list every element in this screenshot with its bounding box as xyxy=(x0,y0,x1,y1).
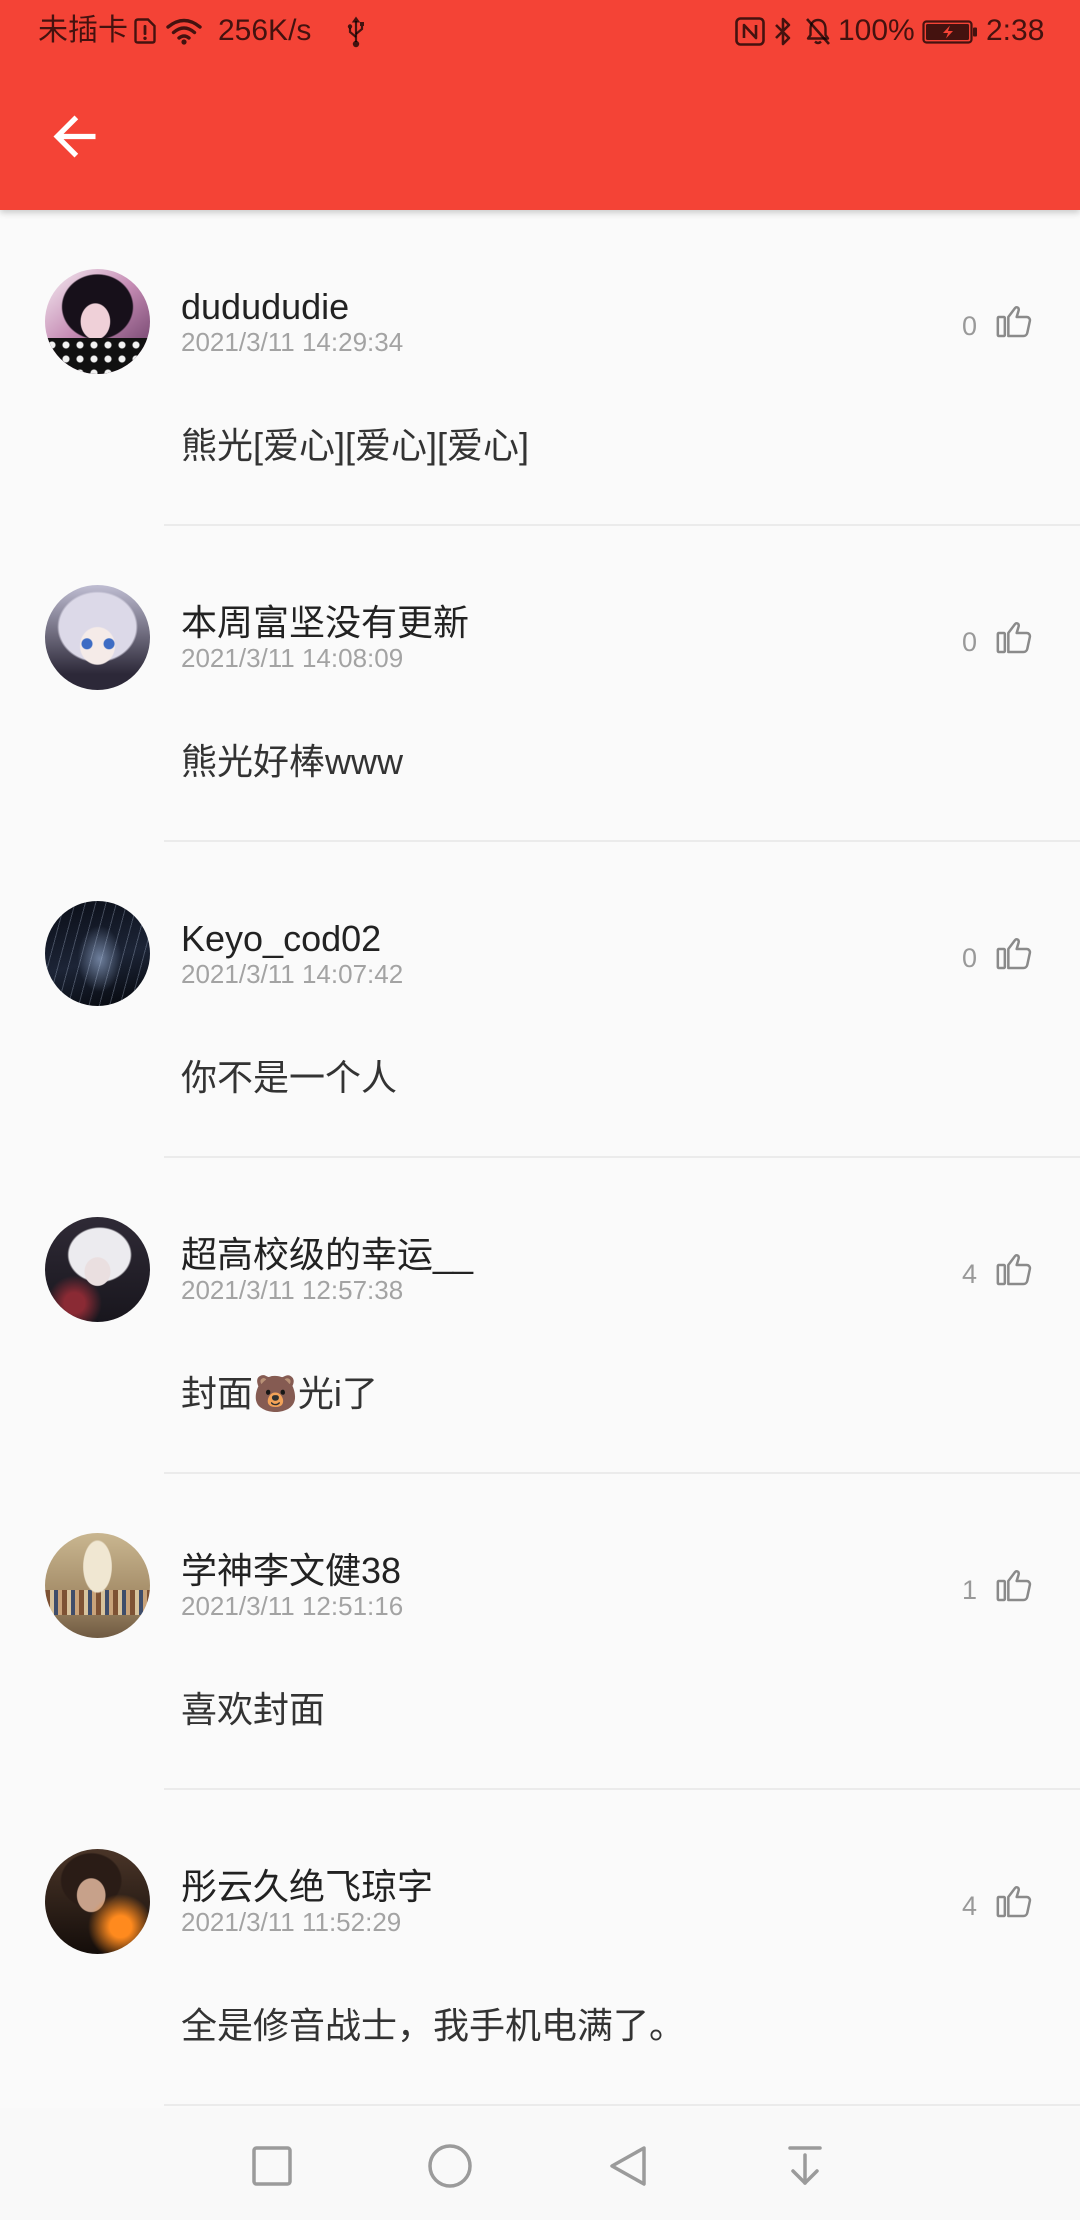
comment-list: dudududie 2021/3/11 14:29:34 0 熊光[爱心][爱心… xyxy=(0,210,1080,2108)
comment-item: 本周富坚没有更新 2021/3/11 14:08:09 0 熊光好棒www xyxy=(0,526,1080,842)
network-speed-text: 256K/s xyxy=(218,14,312,47)
comment-item: 学神李文健38 2021/3/11 12:51:16 1 喜欢封面 xyxy=(0,1474,1080,1790)
avatar[interactable] xyxy=(45,1533,150,1638)
thumb-up-icon[interactable] xyxy=(994,1249,1034,1289)
like-button[interactable]: 0 xyxy=(962,617,1034,657)
home-icon[interactable] xyxy=(427,2143,473,2189)
divider xyxy=(164,2104,1080,2106)
thumb-up-icon[interactable] xyxy=(994,933,1034,973)
avatar[interactable] xyxy=(45,1849,150,1954)
comment-item: 彤云久绝飞琼字 2021/3/11 11:52:29 4 全是修音战士，我手机电… xyxy=(0,1790,1080,2106)
carrier-text: 未插卡 xyxy=(38,14,128,47)
like-button[interactable]: 0 xyxy=(962,933,1034,973)
app-header: 未插卡 256K/s 100% 2:38 xyxy=(0,0,1080,210)
clock-text: 2:38 xyxy=(986,14,1045,47)
comment-text: 熊光[爱心][爱心][爱心] xyxy=(181,425,530,466)
username[interactable]: Keyo_cod02 xyxy=(181,917,381,961)
avatar[interactable] xyxy=(45,269,150,374)
status-bar: 未插卡 256K/s 100% 2:38 xyxy=(0,0,1080,64)
like-button[interactable]: 4 xyxy=(962,1881,1034,1921)
like-count: 4 xyxy=(961,1891,977,1921)
comment-text: 喜欢封面 xyxy=(181,1689,326,1730)
comment-time: 2021/3/11 12:57:38 xyxy=(181,1275,404,1305)
bluetooth-icon xyxy=(775,17,791,46)
like-count: 0 xyxy=(961,943,977,973)
back-icon[interactable] xyxy=(606,2143,650,2189)
back-button[interactable] xyxy=(32,94,116,178)
arrow-back-icon[interactable] xyxy=(43,105,106,168)
sim-alert-icon xyxy=(134,18,156,44)
battery-charging-icon xyxy=(922,20,977,44)
navigation-bar xyxy=(0,2108,1080,2220)
comment-time: 2021/3/11 12:51:16 xyxy=(181,1591,404,1621)
username[interactable]: 学神李文健38 xyxy=(181,1549,401,1593)
comment-text: 封面🐻光i了 xyxy=(181,1373,378,1414)
username[interactable]: dudududie xyxy=(181,285,349,329)
comment-item: Keyo_cod02 2021/3/11 14:07:42 0 你不是一个人 xyxy=(0,842,1080,1158)
avatar[interactable] xyxy=(45,1217,150,1322)
thumb-up-icon[interactable] xyxy=(994,1565,1034,1605)
like-count: 1 xyxy=(961,1575,977,1605)
comment-time: 2021/3/11 14:08:09 xyxy=(181,643,404,673)
home-button[interactable] xyxy=(380,2108,520,2220)
avatar[interactable] xyxy=(45,901,150,1006)
comment-text: 你不是一个人 xyxy=(181,1057,398,1098)
comment-item: 超高校级的幸运__ 2021/3/11 12:57:38 4 封面🐻光i了 xyxy=(0,1158,1080,1474)
comment-time: 2021/3/11 14:07:42 xyxy=(181,959,404,989)
like-button[interactable]: 4 xyxy=(962,1249,1034,1289)
battery-percent-text: 100% xyxy=(838,14,915,47)
thumb-up-icon[interactable] xyxy=(994,617,1034,657)
toolbar xyxy=(0,64,1080,210)
thumb-up-icon[interactable] xyxy=(994,301,1034,341)
username[interactable]: 彤云久绝飞琼字 xyxy=(181,1865,433,1909)
notification-pulldown-icon[interactable] xyxy=(785,2144,825,2188)
recent-apps-button[interactable] xyxy=(202,2108,342,2220)
username[interactable]: 本周富坚没有更新 xyxy=(181,601,469,645)
comment-time: 2021/3/11 11:52:29 xyxy=(181,1907,402,1937)
comment-time: 2021/3/11 14:29:34 xyxy=(181,327,404,357)
username[interactable]: 超高校级的幸运__ xyxy=(181,1233,473,1277)
like-button[interactable]: 1 xyxy=(962,1565,1034,1605)
like-count: 4 xyxy=(961,1259,977,1289)
wifi-icon xyxy=(166,18,202,45)
back-nav-button[interactable] xyxy=(558,2108,698,2220)
like-count: 0 xyxy=(961,311,977,341)
nfc-icon xyxy=(735,17,765,46)
notification-pulldown-button[interactable] xyxy=(735,2108,875,2220)
comment-text: 全是修音战士，我手机电满了。 xyxy=(181,2005,686,2046)
comment-item: dudududie 2021/3/11 14:29:34 0 熊光[爱心][爱心… xyxy=(0,210,1080,526)
mute-icon xyxy=(806,18,830,45)
like-count: 0 xyxy=(961,627,977,657)
recent-apps-icon[interactable] xyxy=(250,2144,294,2188)
thumb-up-icon[interactable] xyxy=(994,1881,1034,1921)
avatar[interactable] xyxy=(45,585,150,690)
comment-text: 熊光好棒www xyxy=(181,741,403,782)
usb-icon xyxy=(347,16,364,48)
like-button[interactable]: 0 xyxy=(962,301,1034,341)
